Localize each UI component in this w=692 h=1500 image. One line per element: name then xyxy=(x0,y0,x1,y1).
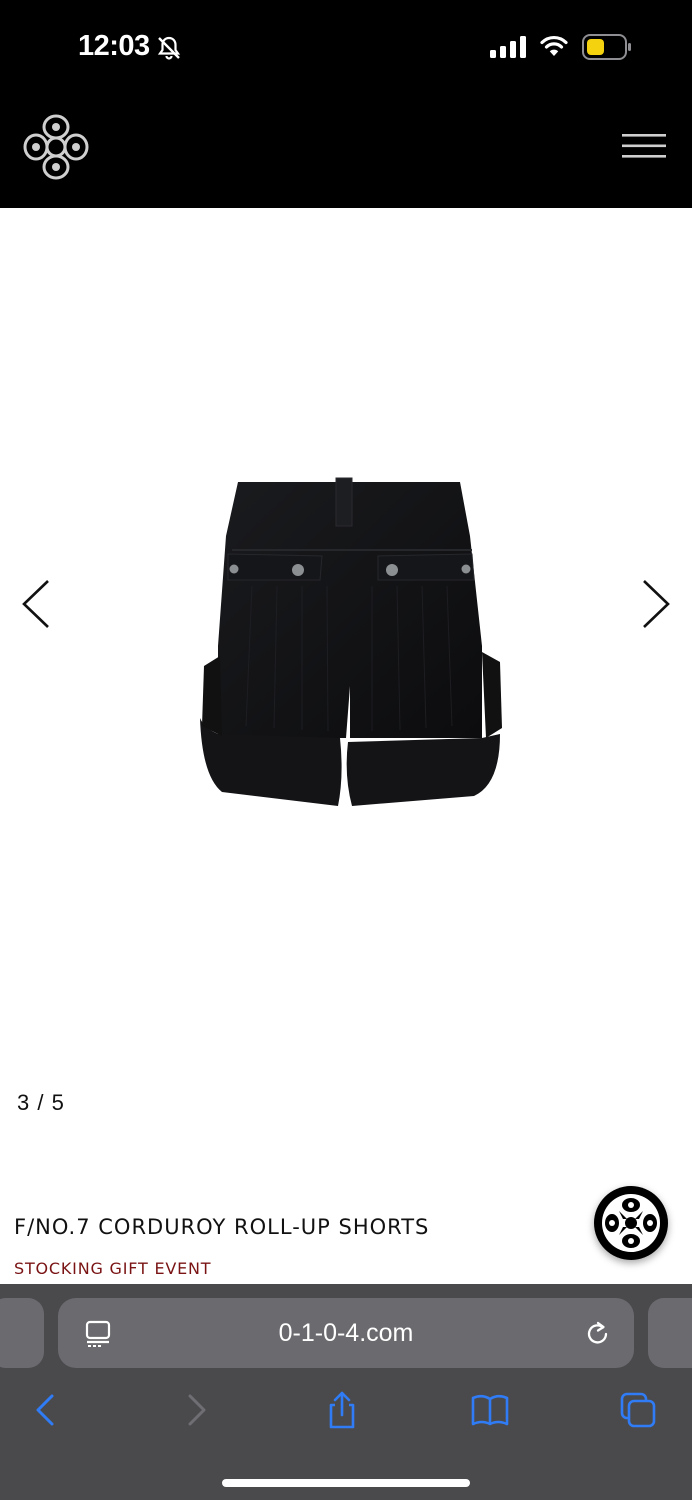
chevron-left-icon[interactable] xyxy=(18,578,54,630)
gallery-counter: 3 / 5 xyxy=(17,1090,65,1115)
chat-widget-button[interactable] xyxy=(594,1186,668,1260)
hamburger-menu-icon[interactable] xyxy=(622,133,666,159)
cellular-signal-icon xyxy=(490,36,526,58)
bell-slash-icon xyxy=(157,36,181,60)
reload-icon[interactable] xyxy=(584,1318,612,1348)
status-time: 12:03 xyxy=(78,30,150,62)
tabs-icon[interactable] xyxy=(618,1390,658,1430)
brand-logo[interactable] xyxy=(22,112,90,182)
url-text[interactable]: 0-1-0-4.com xyxy=(58,1319,634,1348)
chat-logo-icon xyxy=(602,1194,660,1252)
product-gallery[interactable] xyxy=(0,208,692,1078)
bookmarks-icon[interactable] xyxy=(470,1390,510,1430)
product-title: F/NO.7 CORDUROY ROLL-UP SHORTS xyxy=(14,1215,430,1239)
forward-icon[interactable] xyxy=(176,1390,216,1430)
event-label[interactable]: STOCKING GIFT EVENT xyxy=(14,1259,211,1278)
status-bar: 12:03 xyxy=(0,0,692,95)
wifi-icon xyxy=(540,35,568,56)
home-indicator[interactable] xyxy=(222,1479,470,1487)
chevron-right-icon[interactable] xyxy=(638,578,674,630)
address-bar[interactable]: 0-1-0-4.com xyxy=(58,1298,634,1368)
battery-low-power-icon xyxy=(582,34,631,60)
share-icon[interactable] xyxy=(322,1390,362,1430)
previous-tab-preview[interactable] xyxy=(0,1298,44,1368)
site-header xyxy=(0,95,692,208)
browser-toolbar: 0-1-0-4.com xyxy=(0,1284,692,1500)
product-image xyxy=(200,477,502,806)
back-icon[interactable] xyxy=(26,1390,66,1430)
next-tab-preview[interactable] xyxy=(648,1298,692,1368)
